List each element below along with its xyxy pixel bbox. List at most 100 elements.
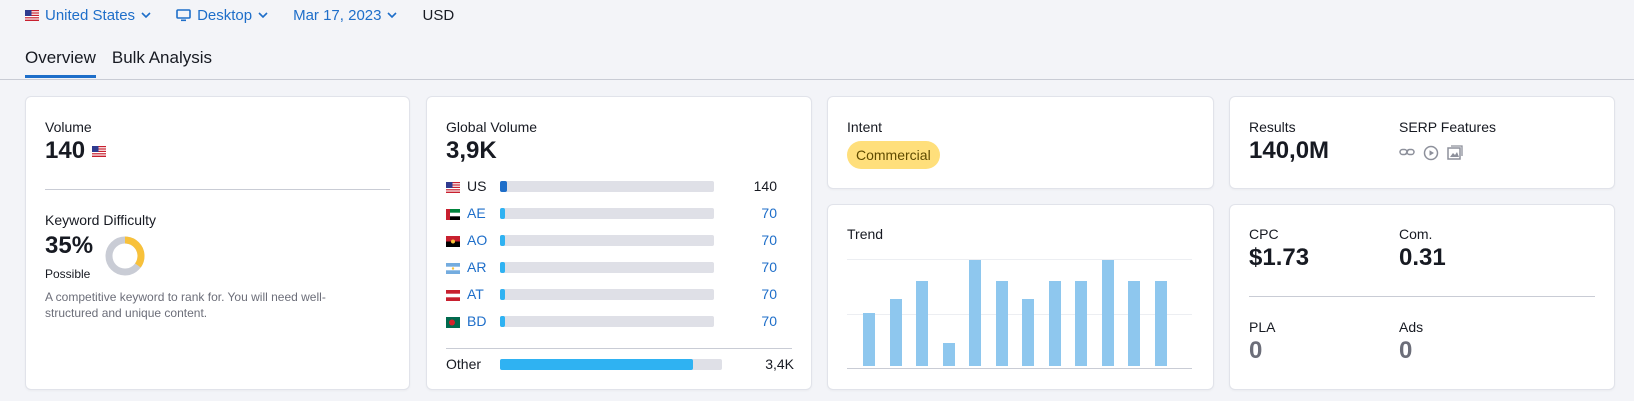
other-row: Other 3,4K: [446, 348, 794, 376]
country-bar-fill: [500, 208, 505, 219]
us-flag-icon: [446, 180, 460, 198]
kd-level: Possible: [45, 267, 91, 281]
tab-bulk-analysis[interactable]: Bulk Analysis: [112, 48, 212, 78]
trend-baseline: [847, 368, 1192, 369]
kd-description: A competitive keyword to rank for. You w…: [45, 290, 326, 320]
filter-bar: United States Desktop Mar 17, 2023 USD: [25, 4, 479, 26]
chevron-down-icon: [141, 11, 151, 19]
serp-features-label: SERP Features: [1399, 119, 1497, 135]
volume-value-row: 140: [45, 137, 107, 165]
tab-overview[interactable]: Overview: [25, 48, 96, 78]
kd-donut-chart: [104, 235, 146, 282]
country-volume[interactable]: 70: [761, 313, 777, 329]
country-filter[interactable]: United States: [25, 7, 151, 24]
kd-value: 35%: [45, 232, 94, 259]
trend-bar[interactable]: [1075, 281, 1087, 366]
tab-bar: Overview Bulk Analysis: [25, 48, 228, 78]
trend-bar[interactable]: [1022, 299, 1034, 366]
country-volume[interactable]: 70: [761, 205, 777, 221]
cpc-label: CPC: [1249, 226, 1279, 242]
country-volume[interactable]: 70: [761, 232, 777, 248]
kd-label: Keyword Difficulty: [45, 212, 157, 228]
volume-card: Volume 140 Keyword Difficulty 35% Possib…: [25, 96, 410, 390]
competition-label: Com.: [1399, 226, 1433, 242]
country-bar-track: [500, 316, 714, 327]
country-row: US 140: [446, 177, 777, 197]
date-filter-label: Mar 17, 2023: [293, 6, 382, 24]
country-code[interactable]: BD: [467, 313, 486, 329]
country-row: BD 70: [446, 312, 777, 332]
global-volume-card: Global Volume 3,9K US 140 AE 70 AO 70 AR 70 AT 70…: [426, 96, 812, 390]
country-code[interactable]: AO: [467, 232, 487, 248]
country-bar-fill: [500, 181, 508, 192]
trend-gridline: [847, 259, 1192, 260]
country-volume[interactable]: 70: [761, 259, 777, 275]
trend-label: Trend: [847, 226, 884, 242]
results-card: Results 140,0M SERP Features: [1229, 96, 1615, 189]
bd-flag-icon: [446, 315, 460, 333]
tabs-divider: [0, 79, 1634, 80]
country-bar-fill: [500, 289, 505, 300]
country-code: US: [467, 178, 487, 194]
other-label: Other: [446, 356, 482, 372]
country-code[interactable]: AE: [467, 205, 486, 221]
country-row: AR 70: [446, 258, 777, 278]
chevron-down-icon: [258, 11, 268, 19]
date-filter[interactable]: Mar 17, 2023: [293, 6, 398, 24]
trend-chart: [847, 259, 1192, 369]
trend-card: Trend: [827, 204, 1214, 390]
trend-bar[interactable]: [1154, 281, 1167, 366]
intent-badge-wrap: Commercial: [847, 141, 940, 169]
ae-flag-icon: [446, 207, 460, 225]
trend-bar[interactable]: [942, 342, 955, 366]
other-value: 3,4K: [765, 356, 794, 372]
other-bar-fill: [500, 359, 694, 370]
competition-value: 0.31: [1399, 244, 1446, 271]
country-bar-track: [500, 289, 714, 300]
ao-flag-icon: [446, 234, 460, 252]
video-icon[interactable]: [1423, 145, 1439, 166]
volume-divider: [45, 189, 390, 190]
us-flag-icon: [92, 145, 107, 157]
intent-card: Intent Commercial: [827, 96, 1214, 189]
cpc-divider: [1249, 296, 1595, 297]
trend-bar[interactable]: [916, 281, 928, 366]
country-code[interactable]: AT: [467, 286, 484, 302]
trend-bar[interactable]: [1128, 281, 1140, 366]
pla-label: PLA: [1249, 319, 1276, 335]
trend-bar[interactable]: [995, 281, 1008, 366]
country-bar-track: [500, 235, 714, 246]
trend-bar[interactable]: [1048, 281, 1061, 366]
country-row: AT 70: [446, 285, 777, 305]
pla-value: 0: [1249, 337, 1263, 364]
intent-label: Intent: [847, 119, 883, 135]
device-filter[interactable]: Desktop: [176, 7, 268, 24]
intent-badge[interactable]: Commercial: [847, 141, 940, 169]
cpc-value: $1.73: [1249, 244, 1310, 271]
device-filter-label: Desktop: [197, 6, 253, 24]
country-bar-track: [500, 262, 714, 273]
currency-label: USD: [422, 6, 455, 24]
country-bar-fill: [500, 316, 505, 327]
country-filter-label: United States: [45, 6, 136, 24]
serp-features-icons: [1399, 145, 1463, 166]
volume-label: Volume: [45, 119, 92, 135]
country-bar-fill: [500, 262, 505, 273]
at-flag-icon: [446, 288, 460, 306]
chevron-down-icon: [387, 11, 398, 19]
trend-bar[interactable]: [969, 260, 981, 366]
country-bar-track: [500, 208, 714, 219]
results-label: Results: [1249, 119, 1296, 135]
country-row: AO 70: [446, 231, 777, 251]
global-volume-label: Global Volume: [446, 119, 538, 135]
results-value: 140,0M: [1249, 137, 1330, 164]
image-icon[interactable]: [1447, 145, 1463, 166]
volume-value: 140: [45, 137, 86, 164]
country-volume[interactable]: 70: [761, 286, 777, 302]
trend-bar[interactable]: [889, 299, 902, 366]
global-volume-value: 3,9K: [446, 137, 497, 164]
trend-bar[interactable]: [863, 313, 875, 366]
link-icon[interactable]: [1399, 145, 1415, 166]
country-code[interactable]: AR: [467, 259, 486, 275]
trend-bar[interactable]: [1101, 260, 1114, 366]
